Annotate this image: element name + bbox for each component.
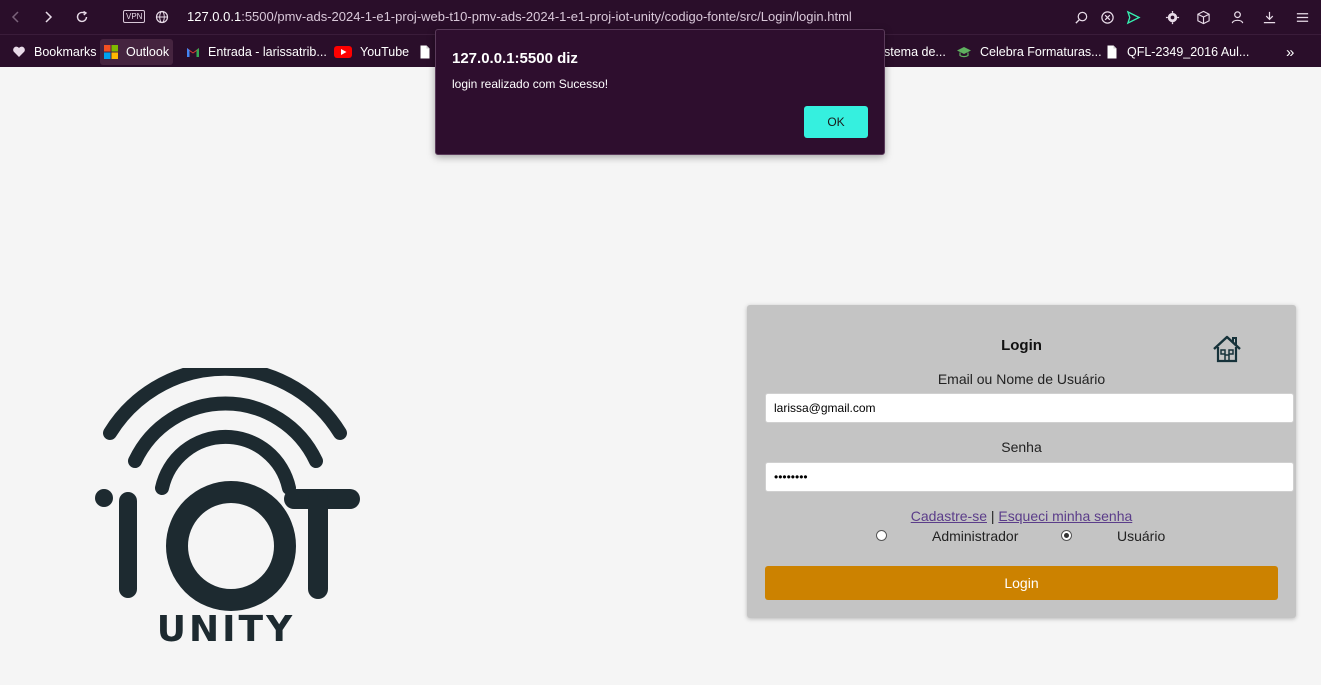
file-icon bbox=[420, 45, 430, 59]
bookmark-label: stema de... bbox=[884, 45, 946, 59]
role-selector: Administrador Usuário bbox=[747, 527, 1296, 545]
url-path: :5500/pmv-ads-2024-1-e1-proj-web-t10-pmv… bbox=[241, 9, 852, 24]
back-icon[interactable] bbox=[7, 8, 25, 26]
bookmark-label: QFL-2349_2016 Aul... bbox=[1127, 45, 1250, 59]
reload-icon[interactable] bbox=[73, 8, 91, 26]
gmail-icon bbox=[187, 48, 199, 57]
forward-icon[interactable] bbox=[39, 8, 57, 26]
download-icon[interactable] bbox=[1261, 9, 1277, 25]
account-links: Cadastre-se | Esqueci minha senha bbox=[747, 508, 1296, 524]
youtube-icon bbox=[334, 46, 352, 58]
iot-unity-logo: UNITY bbox=[95, 368, 360, 648]
bookmark-label: Bookmarks bbox=[34, 45, 97, 59]
bookmark-item-qfl[interactable]: QFL-2349_2016 Aul... bbox=[1101, 39, 1253, 65]
more-bookmarks-button[interactable]: » bbox=[1282, 39, 1298, 65]
dialog-title: 127.0.0.1:5500 diz bbox=[452, 50, 578, 67]
menu-icon[interactable] bbox=[1294, 9, 1310, 25]
extension-icon[interactable] bbox=[1164, 9, 1180, 25]
password-label: Senha bbox=[1001, 439, 1042, 455]
microsoft-icon bbox=[104, 45, 118, 59]
role-admin-label: Administrador bbox=[932, 528, 1019, 544]
role-user-radio[interactable] bbox=[1061, 530, 1072, 541]
bookmark-label: Celebra Formaturas... bbox=[980, 45, 1102, 59]
heart-icon bbox=[13, 46, 25, 57]
cube-icon[interactable] bbox=[1195, 9, 1211, 25]
profile-icon[interactable] bbox=[1229, 9, 1245, 25]
alert-dialog: 127.0.0.1:5500 diz login realizado com S… bbox=[435, 29, 885, 155]
login-button[interactable]: Login bbox=[765, 566, 1278, 600]
home-icon[interactable] bbox=[1211, 333, 1243, 365]
role-user-label: Usuário bbox=[1117, 528, 1166, 544]
role-admin-radio[interactable] bbox=[876, 530, 887, 541]
graduation-cap-icon bbox=[957, 47, 971, 58]
vpn-badge[interactable]: VPN bbox=[123, 10, 146, 23]
bookmark-item-sistema[interactable]: stema de... bbox=[880, 39, 950, 65]
search-page-icon[interactable] bbox=[1073, 9, 1089, 25]
globe-icon[interactable] bbox=[153, 8, 171, 26]
dialog-ok-button[interactable]: OK bbox=[804, 106, 868, 138]
bookmark-item-bookmarks[interactable]: Bookmarks bbox=[8, 39, 101, 65]
register-link[interactable]: Cadastre-se bbox=[911, 508, 987, 524]
password-input[interactable] bbox=[765, 462, 1294, 492]
file-icon bbox=[1107, 45, 1117, 59]
bookmark-label: Outlook bbox=[126, 45, 170, 59]
bookmark-label: YouTube bbox=[360, 45, 410, 59]
tracker-blocker-icon[interactable] bbox=[1099, 9, 1115, 25]
bookmark-label: Entrada - larissatrib... bbox=[208, 45, 327, 59]
dialog-message: login realizado com Sucesso! bbox=[452, 77, 609, 91]
bookmark-item-celebra[interactable]: Celebra Formaturas... bbox=[952, 39, 1106, 65]
bookmark-item-gmail[interactable]: Entrada - larissatrib... bbox=[182, 39, 331, 65]
url-host: 127.0.0.1 bbox=[187, 9, 242, 24]
login-card: Login Email ou Nome de Usuário Senha Cad… bbox=[747, 305, 1296, 618]
logo-subtitle: UNITY bbox=[157, 609, 295, 648]
bookmark-item-youtube[interactable]: YouTube bbox=[330, 39, 413, 65]
user-input[interactable] bbox=[765, 393, 1294, 423]
user-label: Email ou Nome de Usuário bbox=[937, 371, 1106, 387]
bookmark-item-outlook[interactable]: Outlook bbox=[100, 39, 174, 65]
forgot-password-link[interactable]: Esqueci minha senha bbox=[998, 508, 1132, 524]
link-separator: | bbox=[990, 508, 995, 524]
send-icon[interactable] bbox=[1125, 9, 1141, 25]
address-bar[interactable]: 127.0.0.1:5500/pmv-ads-2024-1-e1-proj-we… bbox=[187, 9, 852, 24]
